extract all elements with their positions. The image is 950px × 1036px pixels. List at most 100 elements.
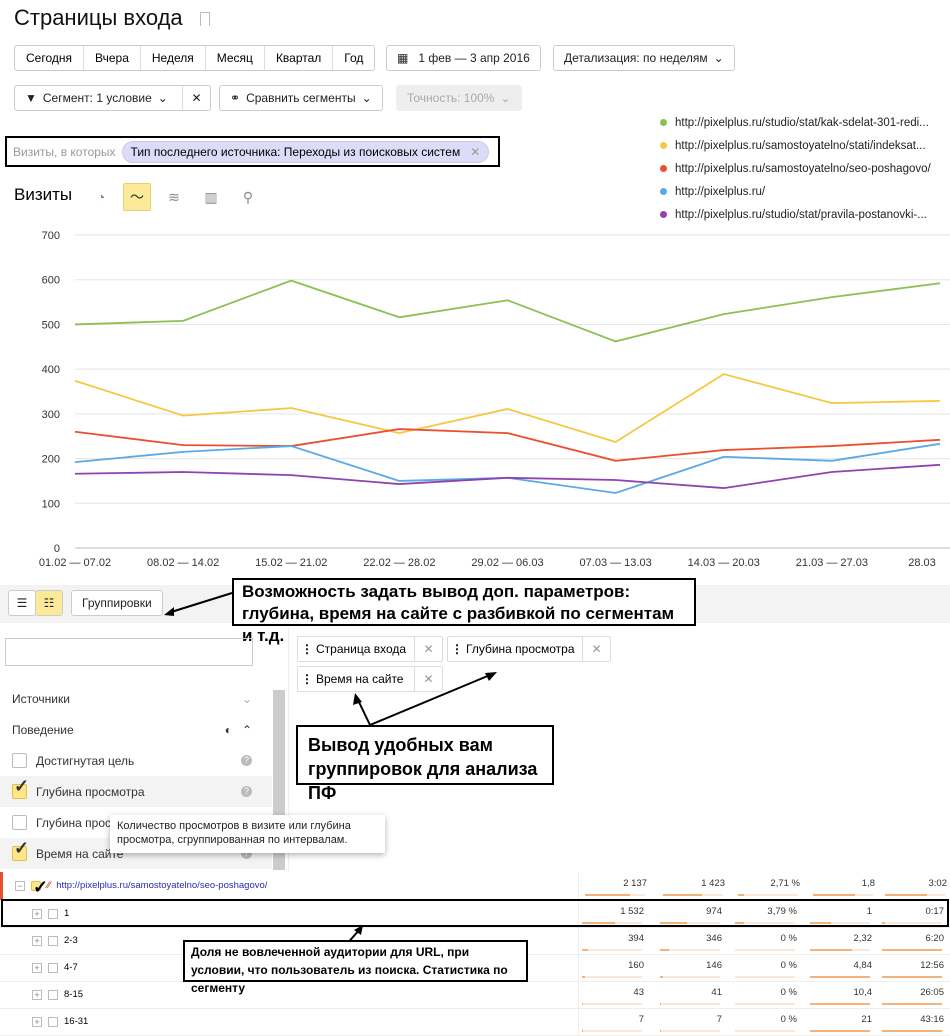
period-today[interactable]: Сегодня (15, 46, 84, 70)
list-icon: ☰ (17, 596, 28, 610)
table-row-url[interactable]: −⁄⁄http://pixelplus.ru/samostoyatelno/se… (0, 872, 950, 900)
legend-label: http://pixelplus.ru/samostoyatelno/seo-p… (675, 163, 931, 175)
item-goal[interactable]: Достигнутая цель? (0, 745, 272, 776)
section-label: Источники (12, 692, 70, 706)
bar-chart-icon[interactable]: ▥ (197, 183, 225, 211)
expand-icon[interactable]: + (32, 963, 42, 973)
expand-icon[interactable]: + (32, 1017, 42, 1027)
close-icon[interactable]: ✕ (470, 145, 480, 159)
cell-bar (735, 1003, 795, 1005)
cell-value: 12:56 (920, 960, 944, 971)
period-quarter[interactable]: Квартал (265, 46, 333, 70)
x-tick-label: 29.02 — 06.03 (471, 557, 543, 569)
y-tick-label: 200 (42, 454, 60, 466)
item-label: Достигнутая цель (36, 754, 134, 768)
collapse-icon[interactable]: − (15, 881, 25, 891)
cell-bar (735, 976, 795, 978)
section-behavior[interactable]: Поведение◐⌃ (0, 714, 272, 745)
cell-bar (882, 976, 942, 978)
map-icon[interactable]: ⚲ (234, 183, 262, 211)
bookmark-icon[interactable] (200, 12, 210, 26)
tag-label: Глубина просмотра (466, 642, 582, 656)
period-yesterday[interactable]: Вчера (84, 46, 141, 70)
period-year[interactable]: Год (333, 46, 374, 70)
cell-bar (882, 1003, 942, 1005)
legend-item[interactable]: http://pixelplus.ru/studio/stat/kak-sdel… (660, 111, 931, 134)
section-label: Поведение (12, 723, 74, 737)
x-tick-label: 21.03 — 27.03 (796, 557, 868, 569)
area-chart-icon[interactable]: ≋ (160, 183, 188, 211)
checkbox[interactable] (12, 784, 27, 799)
checkbox[interactable] (48, 963, 58, 973)
tag-entry-page[interactable]: ⋮Страница входа✕ (297, 636, 443, 662)
drag-handle-icon[interactable]: ⋮ (448, 642, 466, 656)
legend-item[interactable]: http://pixelplus.ru/studio/stat/pravila-… (660, 203, 931, 226)
row-label: 8-15 (64, 981, 83, 1009)
list-view-button[interactable]: ☰ (8, 590, 36, 616)
line-chart: 010020030040050060070001.02 — 07.0208.02… (0, 225, 950, 575)
table-cell: 3:02 (885, 872, 947, 900)
drag-handle-icon[interactable]: ⋮ (298, 672, 316, 686)
checkbox[interactable] (48, 936, 58, 946)
highlighted-row-frame (1, 899, 949, 927)
cell-bar (582, 949, 642, 951)
cell-value: 3:02 (929, 878, 948, 889)
table-cell: 146 (660, 954, 722, 982)
help-icon[interactable]: ? (241, 786, 252, 797)
date-range-button[interactable]: ▦1 фев — 3 апр 2016 (386, 45, 541, 71)
tree-view-button[interactable]: ☷ (35, 590, 63, 616)
cell-value: 7 (717, 1014, 722, 1025)
section-sources[interactable]: Источники⌄ (0, 683, 272, 714)
clear-segment-button[interactable]: ✕ (182, 86, 210, 110)
compare-segments-dropdown[interactable]: ⚭Сравнить сегменты⌄ (219, 85, 383, 111)
period-week[interactable]: Неделя (141, 46, 206, 70)
segment-label: Сегмент: 1 условие (43, 91, 152, 105)
remove-tag-icon[interactable]: ✕ (414, 637, 442, 661)
legend-label: http://pixelplus.ru/studio/stat/kak-sdel… (675, 117, 929, 129)
pie-chart-icon[interactable]: ◔ (87, 183, 115, 211)
groupings-button[interactable]: Группировки (71, 590, 163, 616)
cell-bar (813, 894, 873, 896)
legend-item[interactable]: http://pixelplus.ru/ (660, 180, 931, 203)
x-tick-label: 14.03 — 20.03 (688, 557, 760, 569)
legend-label: http://pixelplus.ru/studio/stat/pravila-… (675, 209, 927, 221)
line-chart-icon[interactable]: 〜 (123, 183, 151, 211)
cell-bar (582, 1003, 642, 1005)
cell-value: 0 % (781, 960, 797, 971)
checkbox[interactable] (12, 815, 27, 830)
grouping-search-input[interactable] (5, 638, 253, 666)
cell-value: 394 (628, 933, 644, 944)
row-label[interactable]: http://pixelplus.ru/samostoyatelno/seo-p… (56, 872, 267, 900)
table-cell: 41 (660, 981, 722, 1009)
table-cell: 2 137 (585, 872, 647, 900)
table-row[interactable]: +8-1543410 %10,426:05 (0, 981, 950, 1009)
item-depth[interactable]: Глубина просмотра? (0, 776, 272, 807)
checkbox[interactable] (48, 990, 58, 1000)
checkbox[interactable] (31, 881, 41, 891)
checkbox[interactable] (12, 753, 27, 768)
segment-dropdown[interactable]: ▼Сегмент: 1 условие⌄ ✕ (14, 85, 211, 111)
period-month[interactable]: Месяц (206, 46, 265, 70)
tag-depth[interactable]: ⋮Глубина просмотра✕ (447, 636, 611, 662)
groupings-label: Группировки (82, 596, 152, 610)
table-cell: 43:16 (882, 1008, 944, 1036)
detail-dropdown[interactable]: Детализация: по неделям⌄ (553, 45, 735, 71)
drag-handle-icon[interactable]: ⋮ (298, 642, 316, 656)
remove-tag-icon[interactable]: ✕ (582, 637, 610, 661)
table-row[interactable]: +16-31770 %2143:16 (0, 1008, 950, 1036)
legend-item[interactable]: http://pixelplus.ru/samostoyatelno/seo-p… (660, 157, 931, 180)
checkbox[interactable] (12, 846, 27, 861)
legend-item[interactable]: http://pixelplus.ru/samostoyatelno/stati… (660, 134, 931, 157)
table-cell: 10,4 (810, 981, 872, 1009)
cell-value: 10,4 (854, 987, 873, 998)
period-selector: Сегодня Вчера Неделя Месяц Квартал Год (14, 45, 375, 71)
help-icon[interactable]: ? (241, 755, 252, 766)
expand-icon[interactable]: + (32, 936, 42, 946)
accuracy-dropdown[interactable]: Точность: 100%⌄ (396, 85, 522, 111)
row-label: 4-7 (64, 954, 78, 982)
cell-value: 346 (706, 933, 722, 944)
filter-chip[interactable]: Тип последнего источника: Переходы из по… (122, 141, 490, 163)
expand-icon[interactable]: + (32, 990, 42, 1000)
date-range-label: 1 фев — 3 апр 2016 (418, 51, 529, 65)
checkbox[interactable] (48, 1017, 58, 1027)
